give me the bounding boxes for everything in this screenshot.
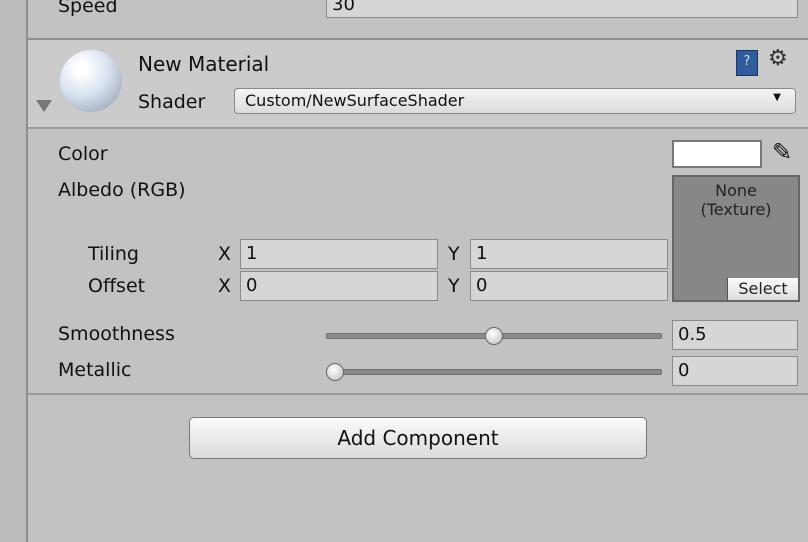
- shader-label: Shader: [138, 91, 206, 113]
- speed-input[interactable]: 30: [326, 0, 798, 18]
- tiling-y-label: Y: [448, 243, 460, 265]
- offset-y-input[interactable]: 0: [470, 271, 668, 301]
- dropdown-arrow-icon: ▼: [773, 92, 781, 103]
- metallic-input[interactable]: 0: [672, 356, 798, 386]
- offset-x-input[interactable]: 0: [240, 271, 438, 301]
- texture-type: (Texture): [700, 200, 772, 219]
- texture-none: None: [715, 181, 757, 200]
- offset-y-label: Y: [448, 275, 460, 297]
- eyedropper-icon[interactable]: ✎: [772, 138, 792, 166]
- material-preview-sphere: [60, 50, 122, 112]
- metallic-slider-thumb[interactable]: [326, 363, 344, 381]
- shader-value: Custom/NewSurfaceShader: [245, 91, 465, 110]
- help-book-icon[interactable]: ?: [736, 50, 758, 76]
- tiling-label: Tiling: [88, 243, 139, 265]
- shader-dropdown[interactable]: Custom/NewSurfaceShader ▼: [234, 88, 796, 114]
- smoothness-slider-thumb[interactable]: [485, 327, 503, 345]
- foldout-triangle-icon[interactable]: [36, 100, 52, 112]
- speed-label: Speed: [58, 0, 118, 17]
- metallic-label: Metallic: [58, 359, 132, 381]
- tiling-y-input[interactable]: 1: [470, 239, 668, 269]
- smoothness-label: Smoothness: [58, 323, 175, 345]
- color-swatch[interactable]: [672, 140, 762, 168]
- color-label: Color: [58, 143, 108, 165]
- divider: [28, 393, 808, 395]
- albedo-label: Albedo (RGB): [58, 179, 186, 201]
- material-name: New Material: [138, 52, 270, 76]
- gear-icon[interactable]: ⚙: [768, 46, 788, 71]
- metallic-slider-track[interactable]: [326, 369, 662, 375]
- offset-label: Offset: [88, 275, 146, 297]
- offset-x-label: X: [218, 275, 232, 297]
- tiling-x-input[interactable]: 1: [240, 239, 438, 269]
- select-texture-button[interactable]: Select: [727, 278, 798, 300]
- tiling-x-label: X: [218, 243, 232, 265]
- texture-slot[interactable]: None (Texture) Select: [672, 175, 800, 302]
- left-panel-edge: [0, 0, 28, 542]
- smoothness-input[interactable]: 0.5: [672, 320, 798, 350]
- add-component-button[interactable]: Add Component: [189, 417, 647, 459]
